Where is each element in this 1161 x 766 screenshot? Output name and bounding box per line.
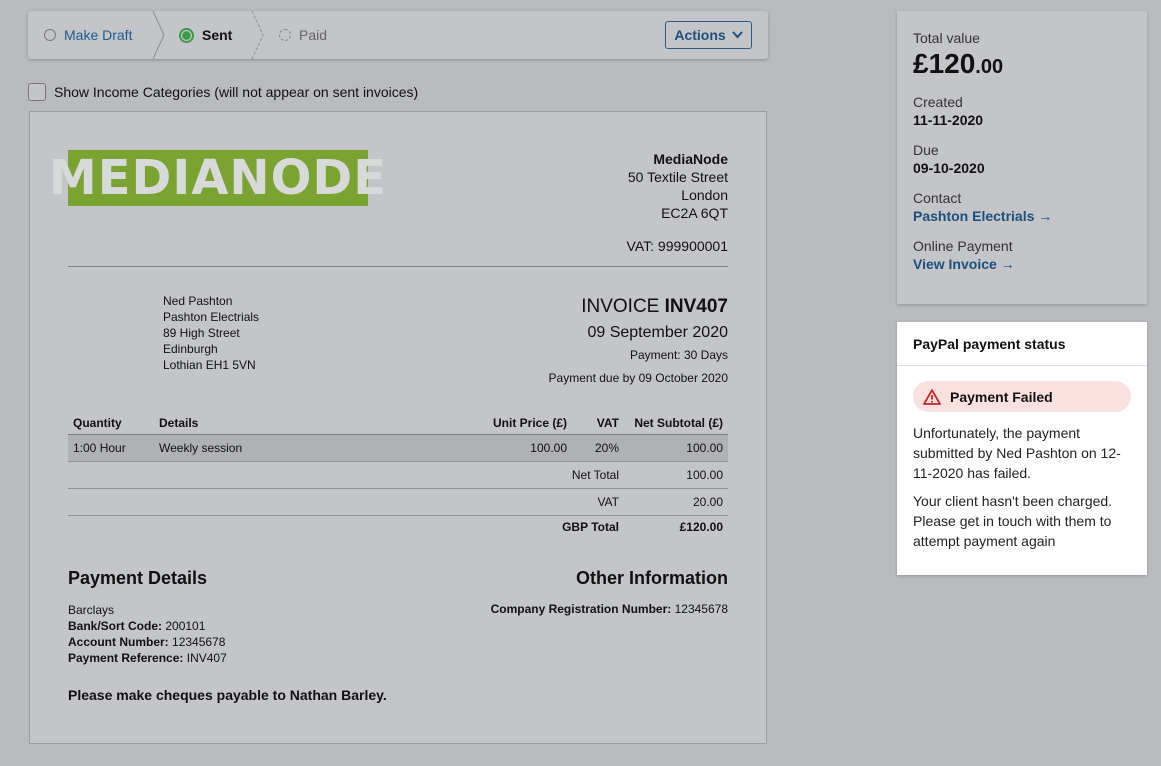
sent-status-icon	[179, 27, 194, 43]
sender-city: London	[681, 187, 728, 203]
vat-total-value: 20.00	[624, 488, 728, 516]
net-total-value: 100.00	[624, 461, 728, 489]
recipient-street: 89 High Street	[163, 326, 240, 340]
created-label: Created	[913, 94, 963, 110]
payment-failed-message-1: Unfortunately, the payment submitted by …	[913, 425, 1121, 481]
payment-failed-message: Unfortunately, the payment submitted by …	[913, 423, 1131, 551]
row-subtotal: 100.00	[624, 434, 728, 462]
contact-label: Contact	[913, 190, 962, 206]
cheque-note: Please make cheques payable to Nathan Ba…	[68, 687, 387, 703]
recipient-city: Edinburgh	[163, 342, 218, 356]
step-chevron-icon	[251, 11, 264, 59]
invoice-preview: MEDIANODE MediaNode 50 Textile Street Lo…	[29, 111, 767, 744]
step-sent-label: Sent	[202, 27, 233, 43]
gross-total-row: GBP Total £120.00	[68, 516, 728, 539]
payment-failed-badge: Payment Failed	[913, 381, 1131, 412]
due-date: 09-10-2020	[913, 160, 985, 176]
sender-vat-number: VAT: 999900001	[626, 238, 728, 254]
step-sent[interactable]: Sent	[179, 11, 232, 59]
payment-failed-label: Payment Failed	[950, 388, 1053, 405]
gross-total-label: GBP Total	[562, 520, 619, 535]
invoice-date: 09 September 2020	[587, 324, 728, 341]
payment-details: Barclays Bank/Sort Code: 200101 Account …	[68, 602, 227, 666]
step-paid-label: Paid	[299, 27, 328, 43]
payment-details-title: Payment Details	[68, 568, 208, 588]
payment-due-date: Payment due by 09 October 2020	[548, 371, 728, 385]
actions-button-label: Actions	[674, 27, 726, 43]
step-paid[interactable]: Paid	[279, 11, 327, 59]
actions-button[interactable]: Actions	[665, 21, 752, 49]
gross-total-value: £120.00	[679, 520, 723, 535]
company-registration-line: Company Registration Number: 12345678	[490, 602, 728, 616]
step-chevron-icon	[152, 11, 165, 59]
income-categories-toggle[interactable]: Show Income Categories (will not appear …	[28, 83, 418, 101]
other-information-title: Other Information	[576, 568, 728, 588]
recipient-company: Pashton Electrials	[163, 310, 260, 324]
contact-link[interactable]: Pashton Electrials →	[913, 208, 1131, 224]
bank-name: Barclays	[68, 603, 115, 617]
payment-reference-line: Payment Reference: INV407	[68, 651, 227, 665]
recipient-region: Lothian EH1 5VN	[163, 358, 256, 372]
column-vat: VAT	[572, 412, 624, 435]
column-quantity: Quantity	[68, 412, 154, 435]
sender-address: MediaNode 50 Textile Street London EC2A …	[628, 150, 728, 222]
table-row: 1:00 Hour Weekly session 100.00 20% 100.…	[68, 434, 728, 462]
invoice-heading: INVOICE INV407 09 September 2020 Payment…	[549, 296, 728, 385]
vat-total-row: VAT 20.00	[68, 488, 728, 516]
draft-status-icon	[44, 29, 56, 41]
total-value-label: Total value	[913, 30, 980, 46]
invoice-number: INV407	[664, 296, 728, 317]
view-invoice-link[interactable]: View Invoice →	[913, 256, 1131, 272]
table-header-row: Quantity Details Unit Price (£) VAT Net …	[68, 412, 728, 435]
income-categories-label: Show Income Categories (will not appear …	[54, 84, 419, 100]
sender-street: 50 Textile Street	[627, 169, 728, 185]
created-date: 11-11-2020	[913, 112, 984, 128]
invoice-summary-panel: Total value £120.00 Created 11-11-2020 D…	[897, 11, 1147, 304]
sender-postcode: EC2A 6QT	[661, 205, 728, 221]
column-unit-price: Unit Price (£)	[432, 412, 572, 435]
row-vat: 20%	[572, 434, 624, 462]
header-divider	[68, 266, 728, 267]
invoice-title: INVOICE INV407	[549, 296, 728, 318]
paid-status-icon	[279, 29, 291, 41]
recipient-address: Ned Pashton Pashton Electrials 89 High S…	[163, 293, 259, 373]
invoice-title-prefix: INVOICE	[581, 296, 660, 317]
recipient-name: Ned Pashton	[163, 294, 233, 308]
total-value: £120.00	[913, 48, 1004, 79]
paypal-panel-title: PayPal payment status	[897, 322, 1147, 366]
payment-failed-message-2: Your client hasn't been charged. Please …	[913, 493, 1113, 549]
due-label: Due	[913, 142, 939, 158]
warning-icon	[923, 388, 941, 405]
chevron-down-icon	[731, 31, 743, 39]
online-payment-label: Online Payment	[913, 238, 1013, 254]
net-total-label: Net Total	[68, 461, 624, 489]
row-quantity: 1:00 Hour	[68, 434, 154, 462]
row-unit-price: 100.00	[432, 434, 572, 462]
step-make-draft[interactable]: Make Draft	[44, 11, 132, 59]
workflow-bar: Make Draft Sent Paid Actions	[28, 11, 768, 59]
payment-terms: Payment: 30 Days	[629, 348, 728, 362]
sender-name: MediaNode	[653, 151, 728, 167]
paypal-status-panel: PayPal payment status Payment Failed Unf…	[897, 322, 1147, 575]
column-net-subtotal: Net Subtotal (£)	[624, 412, 728, 435]
column-details: Details	[154, 412, 432, 435]
net-total-row: Net Total 100.00	[68, 461, 728, 489]
income-categories-checkbox[interactable]	[28, 83, 46, 101]
company-logo: MEDIANODE	[49, 150, 388, 206]
sort-code-line: Bank/Sort Code: 200101	[68, 619, 206, 633]
row-details: Weekly session	[154, 434, 432, 462]
step-make-draft-label: Make Draft	[64, 27, 133, 43]
account-number-line: Account Number: 12345678	[68, 635, 226, 649]
vat-total-label: VAT	[68, 488, 624, 516]
line-items-table: Quantity Details Unit Price (£) VAT Net …	[68, 412, 728, 539]
